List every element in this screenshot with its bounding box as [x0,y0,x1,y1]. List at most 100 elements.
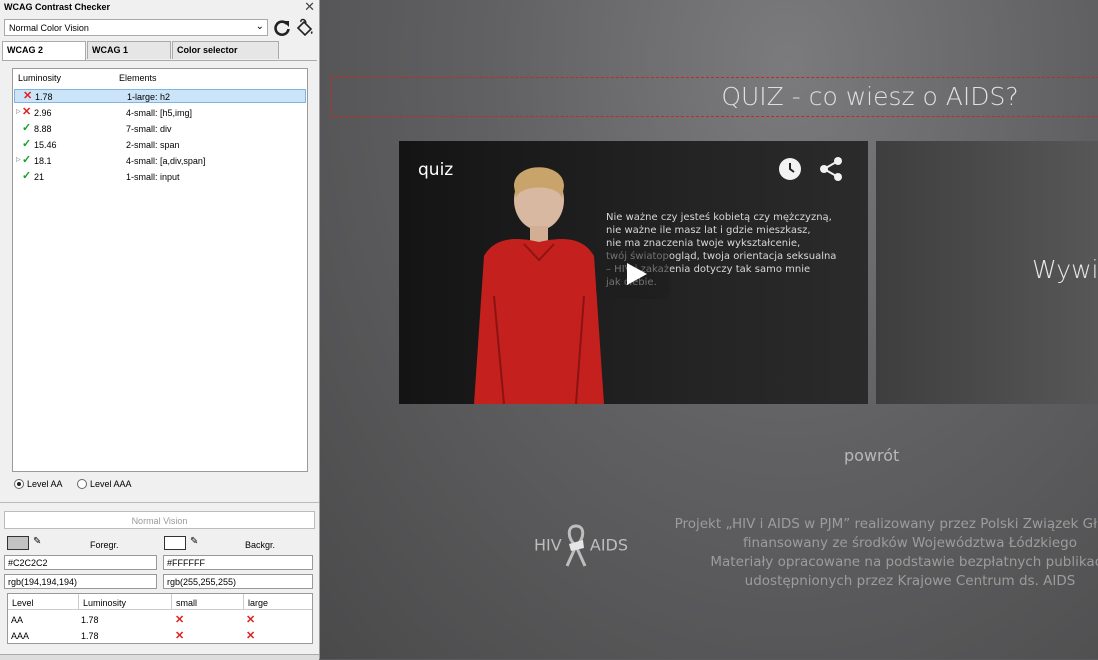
pass-check-icon: ✓ [22,154,32,166]
caption-line: Nie ważne czy jesteś kobietą czy mężczyz… [606,212,832,223]
row-luminosity: 8.88 [34,124,52,134]
pass-check-icon: ✓ [22,138,32,150]
row-elements: 7-small: div [126,124,172,134]
background-rgb-input[interactable]: rgb(255,255,255) [163,574,313,589]
row-luminosity: 18.1 [34,156,52,166]
play-button[interactable] [596,249,670,299]
results-header-luminosity: Luminosity [83,598,127,608]
row-luminosity: 21 [34,172,45,182]
row-luminosity: 1.78 [35,92,53,102]
background-swatch[interactable] [164,536,186,550]
column-separator [78,594,79,609]
radio-dot[interactable] [77,478,87,489]
fail-icon: ✕ [246,630,256,642]
web-page: QUIZ - co wiesz o AIDS? quiz Nie ważne c… [320,0,1098,659]
video-title[interactable]: quiz [418,160,453,180]
fail-icon: ✕ [23,90,33,102]
fail-icon: ✕ [175,630,185,642]
results-header-large: large [248,598,269,608]
share-icon[interactable] [819,156,843,182]
results-table: Level Luminosity small large AA 1.78 ✕ ✕… [7,593,313,644]
row-luminosity: 15.46 [34,140,57,150]
interview-panel[interactable]: Wywia [876,141,1098,404]
results-header-level: Level [12,598,34,608]
pass-check-icon: ✓ [22,170,32,182]
list-row[interactable]: ▷ ✓ 18.1 4-small: [a,div,span] [14,154,306,168]
column-separator [171,594,172,609]
list-row[interactable]: ✓ 15.46 2-small: span [14,138,306,152]
row-luminosity: 2.96 [34,108,52,118]
row-elements: 2-small: span [126,140,180,150]
panel-bottom-edge [0,654,319,660]
level-aa-radio[interactable]: Level AA [14,478,63,489]
row-elements: 1-small: input [126,172,180,182]
results-list[interactable]: Luminosity Elements ✕ 1.78 1-large: h2 ▷… [12,68,308,472]
watch-later-icon[interactable] [779,158,801,180]
paint-bucket-icon[interactable] [295,18,315,38]
normal-vision-button[interactable]: Normal Vision [4,511,315,529]
expand-triangle-icon[interactable]: ▷ [16,108,21,115]
level-aaa-radio[interactable]: Level AAA [77,478,132,489]
tab-color-selector[interactable]: Color selector [172,41,279,59]
hiv-aids-logo: HIV AIDS [534,524,628,568]
page-heading: QUIZ - co wiesz o AIDS? [721,82,1019,111]
results-level: AAA [11,631,30,641]
ribbon-hand-icon [565,524,587,567]
logo-text-right: AIDS [589,535,629,555]
background-label: Backgr. [245,540,276,550]
pass-check-icon: ✓ [22,122,32,134]
chevron-down-icon: ⌄ [255,21,264,32]
tab-wcag1[interactable]: WCAG 1 [87,41,171,59]
vision-mode-value: Normal Color Vision [9,23,89,33]
back-link[interactable]: powrót [844,446,899,465]
header-separator [8,609,312,610]
divider [0,502,319,503]
list-row[interactable]: ▷ ✕ 2.96 4-small: [h5,img] [14,106,306,120]
level-aa-label: Level AA [27,478,63,489]
results-luminosity: 1.78 [81,631,99,641]
tab-wcag2[interactable]: WCAG 2 [2,41,86,60]
vision-mode-select[interactable]: Normal Color Vision ⌄ [4,19,268,36]
panel-title: WCAG Contrast Checker [4,2,111,12]
row-elements: 4-small: [h5,img] [126,108,193,118]
column-header-luminosity[interactable]: Luminosity [18,73,61,83]
page-footer: Projekt „HIV i AIDS w PJM” realizowany p… [630,515,1098,591]
interview-panel-text: Wywia [1032,255,1098,284]
tab-bar: WCAG 2 WCAG 1 Color selector [2,41,317,61]
row-elements: 4-small: [a,div,span] [126,156,206,166]
background-hex-input[interactable]: #FFFFFF [163,555,313,570]
foreground-swatch[interactable] [7,536,29,550]
footer-line: Projekt „HIV i AIDS w PJM” realizowany p… [674,516,1098,532]
fail-icon: ✕ [246,614,256,626]
panel-titlebar: WCAG Contrast Checker ✕ [0,0,319,15]
column-header-elements[interactable]: Elements [119,73,157,83]
footer-line: finansowany ze środków Województwa Łódzk… [743,535,1077,551]
close-icon[interactable]: ✕ [304,0,315,15]
column-separator [243,594,244,609]
results-luminosity: 1.78 [81,615,99,625]
row-elements: 1-large: h2 [127,92,171,102]
level-aaa-label: Level AAA [90,478,132,489]
results-level: AA [11,615,24,625]
video-player[interactable]: quiz Nie ważne czy jesteś kobietą czy mę… [399,141,868,404]
refresh-icon[interactable] [272,18,292,38]
contrast-checker-panel: WCAG Contrast Checker ✕ Normal Color Vis… [0,0,320,660]
logo-text-left: HIV [534,535,562,555]
clock-hands [789,163,795,173]
caption-line: nie ważne ile masz lat i gdzie mieszkasz… [606,225,811,236]
list-row[interactable]: ✓ 21 1-small: input [14,170,306,184]
results-header-small: small [176,598,198,608]
list-row[interactable]: ✓ 8.88 7-small: div [14,122,306,136]
foreground-rgb-input[interactable]: rgb(194,194,194) [4,574,157,589]
expand-triangle-icon[interactable]: ▷ [16,156,21,163]
foreground-label: Foregr. [90,540,119,550]
fail-icon: ✕ [22,106,32,118]
foreground-hex-input[interactable]: #C2C2C2 [4,555,157,570]
footer-line: Materiały opracowane na podstawie bezpła… [710,554,1098,570]
list-row[interactable]: ✕ 1.78 1-large: h2 [14,89,306,103]
play-icon [627,263,647,285]
footer-line: udostępnionych przez Krajowe Centrum ds.… [744,573,1076,589]
eyedropper-icon[interactable]: ✎ [33,536,41,547]
eyedropper-icon[interactable]: ✎ [190,536,198,547]
radio-dot[interactable] [14,478,24,489]
